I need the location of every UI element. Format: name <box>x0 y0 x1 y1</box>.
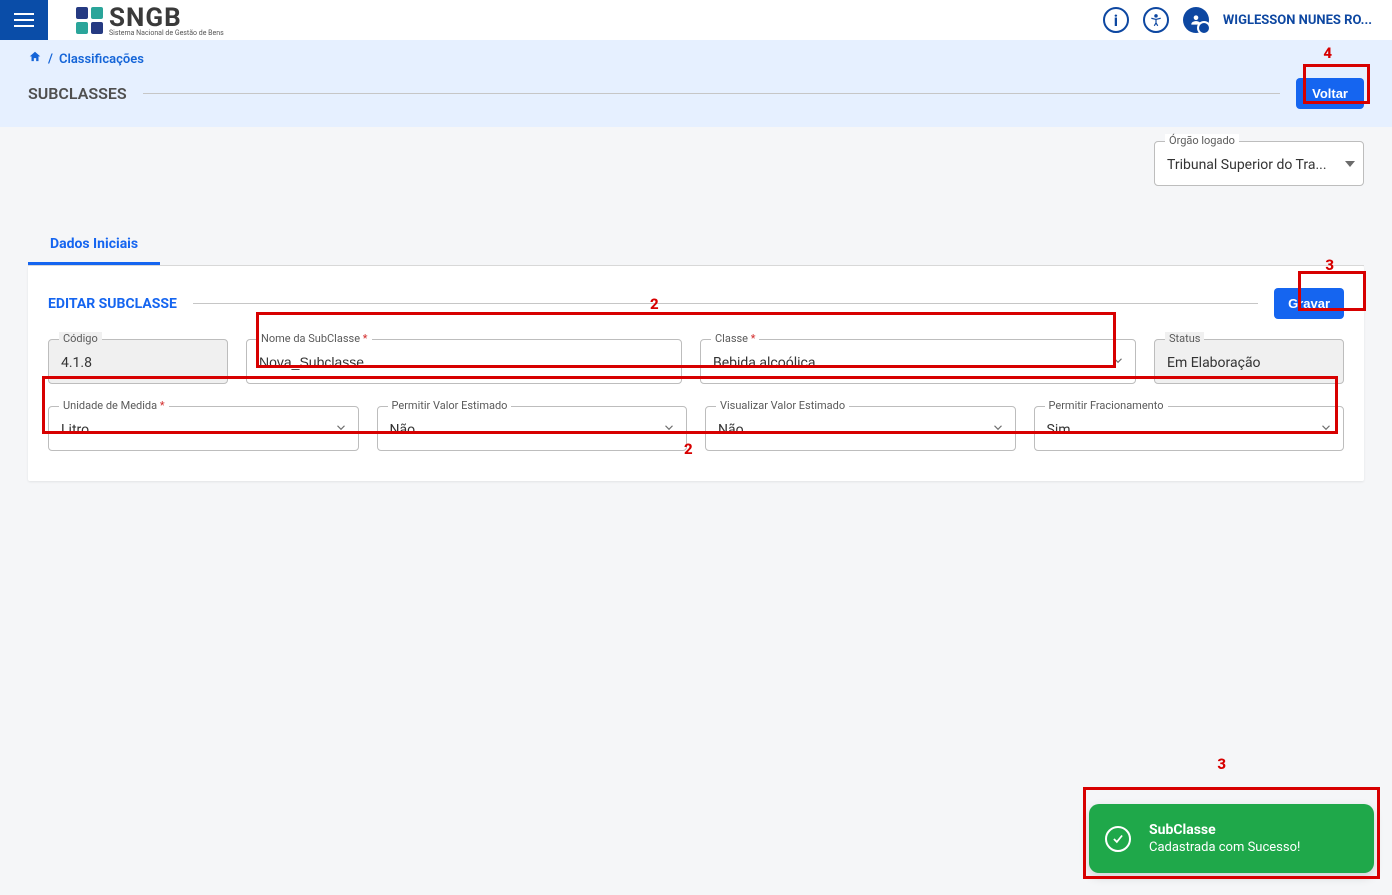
perm-val-label: Permitir Valor Estimado <box>388 399 512 412</box>
visualizar-valor-select[interactable]: Visualizar Valor Estimado Não <box>705 406 1016 451</box>
unidade-medida-select[interactable]: Unidade de Medida * Litro <box>48 406 359 451</box>
breadcrumb: / Classificações <box>28 50 1364 68</box>
home-icon <box>28 50 42 64</box>
topbar: SNGB Sistema Nacional de Gestão de Bens … <box>0 0 1392 40</box>
perm-val-value: Não <box>390 422 416 438</box>
status-value: Em Elaboração <box>1167 355 1261 371</box>
chevron-down-icon <box>1111 352 1125 371</box>
breadcrumb-home[interactable] <box>28 50 42 68</box>
status-field: Status Em Elaboração <box>1154 339 1344 384</box>
accessibility-icon[interactable] <box>1143 7 1169 33</box>
codigo-label: Código <box>59 332 102 345</box>
card-title: EDITAR SUBCLASSE <box>48 296 177 312</box>
chevron-down-icon <box>1319 419 1333 438</box>
card-divider <box>193 303 1258 304</box>
nome-label: Nome da SubClasse * <box>257 332 372 345</box>
title-divider <box>143 93 1280 94</box>
perm-frac-value: Sim <box>1047 422 1071 438</box>
annotation-2-label-top: 2 <box>650 295 659 313</box>
form-card: EDITAR SUBCLASSE Gravar Código 4.1.8 Nom… <box>28 266 1364 481</box>
toast-title: SubClasse <box>1149 822 1350 838</box>
hamburger-menu[interactable] <box>0 0 48 40</box>
permitir-fracionamento-select[interactable]: Permitir Fracionamento Sim <box>1034 406 1345 451</box>
success-toast: SubClasse Cadastrada com Sucesso! <box>1089 804 1374 873</box>
codigo-value: 4.1.8 <box>61 355 92 371</box>
un-med-value: Litro <box>61 422 89 438</box>
codigo-field: Código 4.1.8 <box>48 339 228 384</box>
chevron-down-icon <box>334 419 348 438</box>
vis-val-value: Não <box>718 422 744 438</box>
classe-value: Bebida alcoólica <box>713 355 815 371</box>
vis-val-label: Visualizar Valor Estimado <box>716 399 849 412</box>
check-circle-icon <box>1105 826 1131 852</box>
chevron-down-icon <box>662 419 676 438</box>
chevron-down-icon <box>1345 161 1355 167</box>
tabs: Dados Iniciais <box>28 226 1364 266</box>
user-name[interactable]: WIGLESSON NUNES RO... <box>1223 13 1372 28</box>
gravar-button[interactable]: Gravar <box>1274 288 1344 319</box>
logo-icon <box>76 7 103 34</box>
breadcrumb-separator: / <box>48 52 53 67</box>
annotation-4-label: 4 <box>1323 44 1332 62</box>
nome-input[interactable] <box>259 354 669 370</box>
annotation-3-label-toast: 3 <box>1217 755 1226 773</box>
nome-subclasse-input[interactable]: Nome da SubClasse * <box>246 339 682 384</box>
chevron-down-icon <box>991 419 1005 438</box>
un-med-label: Unidade de Medida * <box>59 399 169 412</box>
classe-label: Classe * <box>711 332 759 345</box>
permitir-valor-select[interactable]: Permitir Valor Estimado Não <box>377 406 688 451</box>
status-label: Status <box>1165 332 1204 345</box>
orgao-logado-select[interactable]: Órgão logado Tribunal Superior do Tra... <box>1154 141 1364 186</box>
perm-frac-label: Permitir Fracionamento <box>1045 399 1168 412</box>
breadcrumb-item[interactable]: Classificações <box>59 52 144 67</box>
page-title: SUBCLASSES <box>28 84 127 103</box>
tab-dados-iniciais[interactable]: Dados Iniciais <box>28 226 160 265</box>
classe-select[interactable]: Classe * Bebida alcoólica <box>700 339 1136 384</box>
annotation-3-label: 3 <box>1325 256 1334 274</box>
logo[interactable]: SNGB Sistema Nacional de Gestão de Bens <box>76 3 224 37</box>
annotation-2-label-bottom: 2 <box>684 440 693 458</box>
logo-subtitle: Sistema Nacional de Gestão de Bens <box>109 29 224 37</box>
voltar-button[interactable]: Voltar <box>1296 78 1364 109</box>
user-avatar-icon[interactable] <box>1183 7 1209 33</box>
breadcrumb-band: / Classificações SUBCLASSES Voltar <box>0 40 1392 127</box>
orgao-value: Tribunal Superior do Tra... <box>1167 157 1327 173</box>
hamburger-icon <box>14 13 34 27</box>
orgao-legend: Órgão logado <box>1165 134 1239 147</box>
toast-message: Cadastrada com Sucesso! <box>1149 840 1350 855</box>
info-icon[interactable]: i <box>1103 7 1129 33</box>
